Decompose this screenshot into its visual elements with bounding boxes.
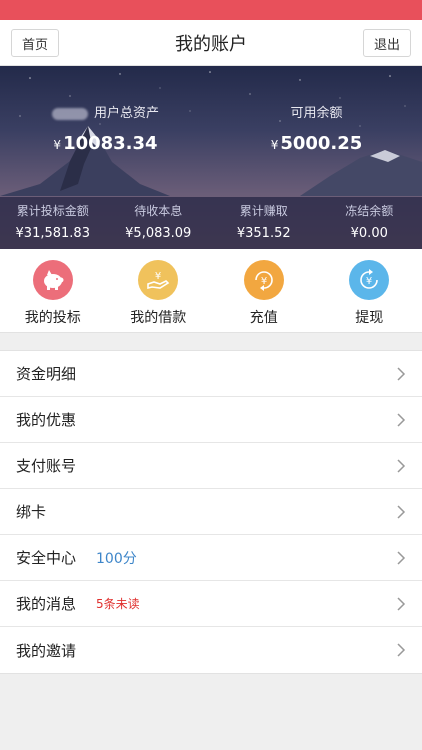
withdraw-button[interactable]: ¥ 提现 xyxy=(317,249,422,332)
menu-item-payment-account[interactable]: 支付账号 xyxy=(0,443,422,489)
svg-text:¥: ¥ xyxy=(261,276,267,287)
stats-strip: 累计投标金额 ¥31,581.83 待收本息 ¥5,083.09 累计赚取 ¥3… xyxy=(0,197,422,249)
menu-item-label: 我的消息 xyxy=(16,595,77,613)
menu-item-label: 资金明细 xyxy=(16,365,77,383)
menu-item-bind-card[interactable]: 绑卡 xyxy=(0,489,422,535)
svg-text:¥: ¥ xyxy=(366,276,372,287)
chevron-right-icon xyxy=(397,551,406,565)
withdraw-yen-icon: ¥ xyxy=(349,260,390,300)
stat-frozen-balance: 冻结余额 ¥0.00 xyxy=(317,197,422,249)
chevron-right-icon xyxy=(397,597,406,611)
menu-item-my-invitations[interactable]: 我的邀请 xyxy=(0,627,422,673)
menu-item-label: 支付账号 xyxy=(16,457,77,475)
chevron-right-icon xyxy=(397,643,406,657)
withdraw-label: 提现 xyxy=(355,310,384,326)
menu-item-my-offers[interactable]: 我的优惠 xyxy=(0,397,422,443)
chevron-right-icon xyxy=(397,505,406,519)
stat-value: ¥31,581.83 xyxy=(15,226,90,241)
piggy-bank-icon xyxy=(32,260,73,300)
chevron-right-icon xyxy=(397,413,406,427)
my-bids-label: 我的投标 xyxy=(24,310,81,326)
available-balance: 可用余额 ¥5000.25 xyxy=(211,102,422,154)
svg-text:¥: ¥ xyxy=(155,271,161,282)
status-bar xyxy=(0,0,422,20)
unread-count-badge: 5条未读 xyxy=(96,597,140,611)
masked-username xyxy=(51,107,88,120)
recharge-yen-icon: ¥ xyxy=(243,260,284,300)
security-score: 100分 xyxy=(96,550,137,567)
stat-pending-return: 待收本息 ¥5,083.09 xyxy=(106,197,212,249)
stat-value: ¥5,083.09 xyxy=(125,226,192,241)
hand-yen-icon: ¥ xyxy=(138,260,179,300)
page-title: 我的账户 xyxy=(175,33,247,55)
menu-item-label: 安全中心 xyxy=(16,549,77,567)
account-summary-banner: 用户总资产 ¥10083.34 可用余额 ¥5000.25 累计投标金额 ¥31… xyxy=(0,66,422,249)
stat-label: 冻结余额 xyxy=(345,204,394,218)
stat-total-earned: 累计赚取 ¥351.52 xyxy=(211,197,317,249)
stat-value: ¥0.00 xyxy=(350,226,388,241)
my-loans-label: 我的借款 xyxy=(130,310,187,326)
recharge-label: 充值 xyxy=(249,310,278,326)
home-button[interactable]: 首页 xyxy=(11,29,60,57)
my-loans-button[interactable]: ¥ 我的借款 xyxy=(106,249,212,332)
available-balance-label: 可用余额 xyxy=(290,106,343,121)
chevron-right-icon xyxy=(397,459,406,473)
menu-item-my-messages[interactable]: 我的消息 5条未读 xyxy=(0,581,422,627)
menu-item-security-center[interactable]: 安全中心 100分 xyxy=(0,535,422,581)
menu-item-label: 绑卡 xyxy=(16,503,47,521)
currency-symbol: ¥ xyxy=(53,138,62,152)
available-balance-value: 5000.25 xyxy=(280,133,363,154)
menu-item-label: 我的优惠 xyxy=(16,411,77,429)
recharge-button[interactable]: ¥ 充值 xyxy=(211,249,317,332)
quick-actions: 我的投标 ¥ 我的借款 ¥ 充值 ¥ 提现 xyxy=(0,249,422,333)
currency-symbol: ¥ xyxy=(270,138,279,152)
stat-value: ¥351.52 xyxy=(236,226,291,241)
nav-bar: 首页 我的账户 退出 xyxy=(0,20,422,66)
stat-total-invested: 累计投标金额 ¥31,581.83 xyxy=(0,197,106,249)
menu-item-fund-details[interactable]: 资金明细 xyxy=(0,351,422,397)
stat-label: 累计投标金额 xyxy=(16,204,89,218)
total-assets-value: 10083.34 xyxy=(63,133,158,154)
total-assets-label: 用户总资产 xyxy=(93,106,159,121)
stat-label: 累计赚取 xyxy=(239,204,288,218)
logout-button[interactable]: 退出 xyxy=(362,29,411,57)
menu-item-label: 我的邀请 xyxy=(16,641,77,660)
account-menu: 资金明细 我的优惠 支付账号 绑卡 安全中心 100分 我的消息 5条未读 我的… xyxy=(0,350,422,674)
total-assets: 用户总资产 ¥10083.34 xyxy=(0,102,211,154)
stat-label: 待收本息 xyxy=(134,204,183,218)
my-bids-button[interactable]: 我的投标 xyxy=(0,249,106,332)
chevron-right-icon xyxy=(397,367,406,381)
